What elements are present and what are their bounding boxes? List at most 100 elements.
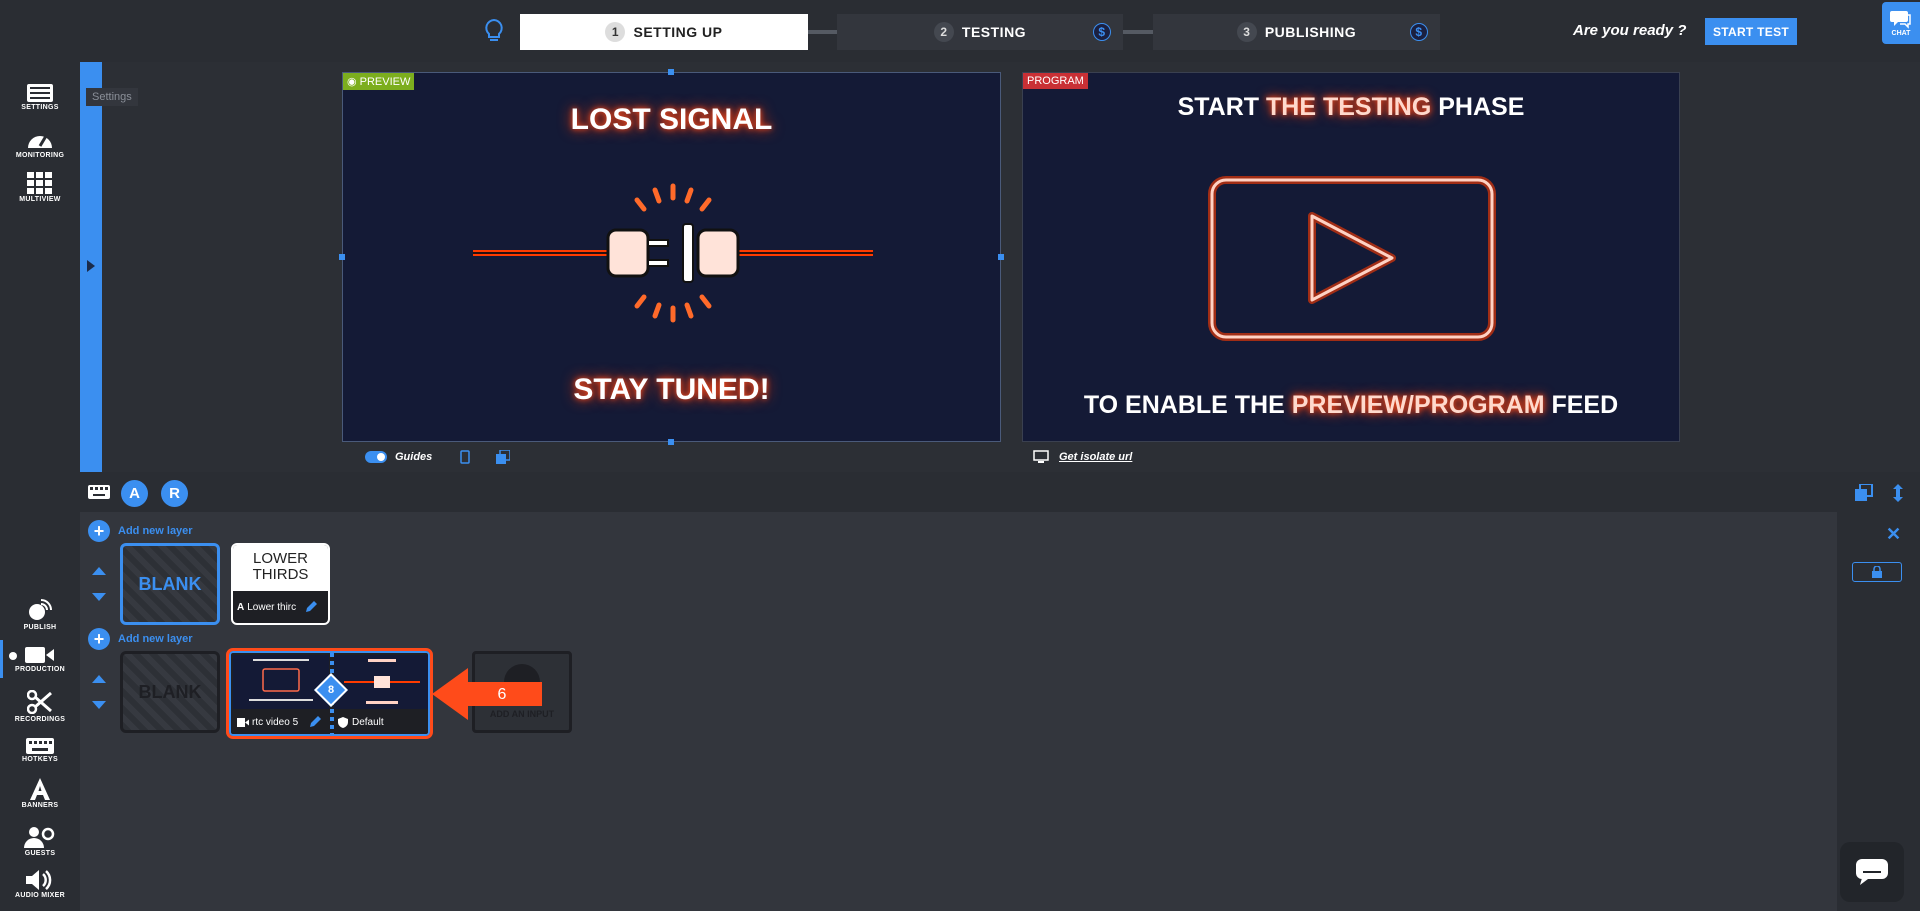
sidebar-item-multiview[interactable]: MULTIVIEW [0,172,80,203]
step-number: 3 [1236,22,1257,42]
program-tag: PROGRAM [1023,73,1088,89]
program-thumbnail [233,655,329,709]
sidebar-item-production[interactable]: PRODUCTION [0,646,80,673]
chat-button[interactable]: CHAT [1882,2,1920,44]
top-bar: 1 SETTING UP 2 TESTING $ 3 PUBLISHING $ … [0,0,1920,62]
isolate-row: Get isolate url [1033,450,1132,464]
heading-part: PHASE [1431,93,1525,121]
paid-badge-icon: $ [1410,23,1428,41]
step-publishing[interactable]: 3 PUBLISHING $ [1153,14,1440,50]
sidebar-item-recordings[interactable]: RECORDINGS [0,690,80,723]
vertical-resize-icon[interactable] [1889,484,1907,502]
keyboard-shortcut-icon[interactable] [88,485,110,499]
heading-part: FEED [1544,391,1619,419]
keyboard-icon [26,738,54,754]
step-number: 1 [605,22,626,42]
resize-handle[interactable] [339,254,345,260]
isolate-url-link[interactable]: Get isolate url [1059,451,1132,463]
sidebar-item-guests[interactable]: GUESTS [0,826,80,857]
plus-icon: + [88,628,110,650]
sidebar-item-label: SETTINGS [21,104,59,111]
lock-icon [1872,566,1882,578]
layer-reorder-arrows[interactable] [92,567,108,601]
step-setting-up[interactable]: 1 SETTING UP [520,14,808,50]
speaker-icon [26,870,52,890]
rtc-input-card[interactable]: 8 rtc video 5 Default [226,648,433,739]
move-up-icon[interactable] [92,567,106,575]
tooltip: Settings [86,88,138,106]
profile-name: Default [352,716,384,728]
preview-title: LOST SIGNAL [570,103,773,136]
guides-row: Guides [365,450,511,464]
move-down-icon[interactable] [92,701,106,709]
sidebar-item-label: HOTKEYS [22,756,58,763]
auto-mode-button[interactable]: A [121,480,148,507]
sidebar-item-audio-mixer[interactable]: AUDIO MIXER [0,870,80,899]
sidebar-item-label: PUBLISH [23,624,57,631]
blank-card-active[interactable]: BLANK [120,543,220,625]
gauge-icon [28,135,52,148]
chat-icon [1890,11,1911,29]
plus-icon: + [88,520,110,542]
resize-handle[interactable] [998,254,1004,260]
lightbulb-icon[interactable] [482,18,506,44]
letter-a-icon [30,778,50,800]
sidebar-item-monitoring[interactable]: MONITORING [0,128,80,159]
pointer-step-number: 6 [498,686,507,703]
copy-icon[interactable] [496,450,511,464]
sidebar-item-banners[interactable]: BANNERS [0,778,80,809]
move-up-icon[interactable] [92,675,106,683]
play-button-icon [1208,176,1496,341]
lower-thirds-title: LOWER THIRDS [233,545,328,591]
duplicate-icon[interactable] [1855,484,1873,502]
sidebar-item-label: RECORDINGS [14,716,66,723]
mobile-icon[interactable] [460,450,471,464]
add-layer-button[interactable]: + Add new layer [88,628,193,650]
app-root: 1 SETTING UP 2 TESTING $ 3 PUBLISHING $ … [0,0,1920,911]
reset-mode-button[interactable]: R [161,480,188,507]
guides-toggle[interactable] [365,451,387,463]
satellite-icon [29,599,52,620]
close-icon[interactable]: ✕ [1886,524,1901,545]
expand-arrow-icon[interactable] [87,260,95,272]
letter-a-icon: A [237,601,245,613]
title-line: LOWER [252,550,308,567]
video-icon [237,717,249,727]
preview-tag: ◉ PREVIEW [343,73,415,90]
start-test-button[interactable]: START TEST [1705,18,1797,45]
heading-part: TO ENABLE THE [1083,391,1292,419]
transition-badge-number: 8 [327,684,335,696]
program-subheading: TO ENABLE THE PREVIEW/PROGRAM FEED [1023,391,1679,420]
thumbnail-plug-icon [344,659,420,704]
add-layer-label: Add new layer [118,633,193,645]
profile-footer: Default [334,710,428,734]
chat-label: CHAT [1891,30,1911,37]
heading-part: START [1177,93,1267,121]
sidebar-item-publish[interactable]: PUBLISH [0,598,80,631]
sidebar-item-settings[interactable]: SETTINGS [0,84,80,111]
preview-monitor[interactable]: ◉ PREVIEW LOST SIGNAL STAY TUNED! [342,72,1001,442]
resize-handle[interactable] [668,69,674,75]
lock-button[interactable] [1852,562,1902,582]
support-chat-button[interactable] [1840,842,1904,902]
sidebar-item-label: BANNERS [21,802,59,809]
ready-prompt: Are you ready ? [1573,22,1687,39]
step-testing[interactable]: 2 TESTING $ [837,14,1123,50]
move-down-icon[interactable] [92,593,106,601]
add-layer-button[interactable]: + Add new layer [88,520,193,542]
shield-icon [338,716,348,728]
layer-reorder-arrows[interactable] [92,675,108,709]
sidebar-item-label: AUDIO MIXER [15,892,65,899]
edit-pencil-icon[interactable] [304,600,318,614]
preview-tag-label: PREVIEW [359,76,411,88]
edit-pencil-icon[interactable] [308,715,322,729]
sidebar-item-hotkeys[interactable]: HOTKEYS [0,738,80,763]
tutorial-pointer-arrow: 6 [432,668,542,720]
guests-icon [24,827,55,848]
title-line: THIRDS [252,566,309,583]
resize-handle[interactable] [668,439,674,445]
preview-thumbnail [334,655,428,709]
lower-thirds-card[interactable]: LOWER THIRDS A Lower thirc [231,543,330,625]
blank-card[interactable]: BLANK [120,651,220,733]
camera-icon [25,647,54,663]
